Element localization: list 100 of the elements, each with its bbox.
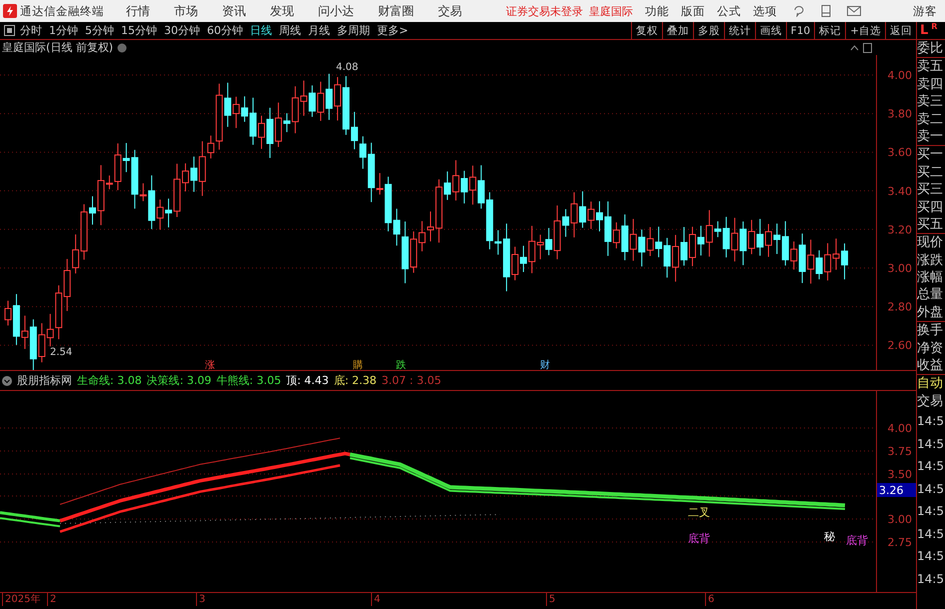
indicator-value: 底: 2.38: [334, 373, 377, 388]
indicator-axis-label: 4.00: [888, 422, 912, 435]
quote-label: 卖四: [917, 76, 944, 94]
trade-time: 14:5: [917, 548, 945, 566]
quote-label: 买五: [917, 216, 945, 234]
quote-label: 卖三: [917, 93, 944, 111]
trade-time: 14:5: [917, 503, 945, 520]
menu-item[interactable]: 市场: [174, 2, 198, 20]
app-name: 通达信金融终端: [20, 4, 104, 18]
side-switch[interactable]: L: [920, 22, 928, 39]
menu-item[interactable]: 选项: [753, 4, 777, 18]
trade-time: 14:5: [917, 480, 945, 498]
period-tab[interactable]: 周线: [279, 23, 301, 38]
date-axis-label: 3: [196, 593, 206, 606]
menu-item[interactable]: 功能: [645, 4, 669, 18]
phone-icon[interactable]: [821, 5, 831, 17]
quote-label: 换手: [917, 322, 944, 340]
menu-item[interactable]: 行情: [126, 2, 150, 20]
price-axis-label: 3.20: [888, 223, 912, 236]
indicator-value: 3.07 : 3.05: [382, 374, 442, 387]
event-marker[interactable]: 購: [353, 360, 363, 370]
trade-label[interactable]: 交易: [917, 392, 945, 410]
indicator-value: 决策线: 3.09: [146, 373, 212, 388]
period-tab[interactable]: 月线: [308, 23, 330, 38]
menu-item[interactable]: 发现: [270, 2, 294, 20]
signal-label: 秘: [824, 530, 835, 543]
quote-label: 收益: [917, 357, 944, 374]
trade-time: 14:5: [917, 526, 945, 543]
chat-bubble-icon[interactable]: [793, 5, 805, 17]
trade-time: 14:5: [917, 436, 945, 453]
menu-item[interactable]: 问小达: [318, 2, 354, 20]
quote-label: 买四: [917, 198, 944, 216]
chart-title: 皇庭国际(日线 前复权): [2, 40, 114, 55]
indicator-axis-label: 3.00: [888, 513, 912, 526]
mail-icon[interactable]: [847, 6, 861, 16]
quote-label: 涨幅: [917, 269, 944, 286]
period-tab[interactable]: 15分钟: [121, 23, 157, 38]
period-tab[interactable]: 多周期: [337, 23, 370, 38]
user-name[interactable]: 游客: [913, 4, 937, 18]
period-tab[interactable]: 更多>: [377, 23, 408, 38]
indicator-axis-label: 3.75: [888, 445, 912, 458]
period-tab[interactable]: 1分钟: [49, 23, 78, 38]
event-marker[interactable]: 涨: [205, 360, 215, 370]
window-icon[interactable]: [863, 42, 872, 52]
trade-time: 14:5: [917, 413, 945, 430]
event-marker[interactable]: 财: [540, 360, 550, 370]
menu-item[interactable]: 财富圈: [378, 2, 414, 20]
indicator-axis-label: 2.75: [888, 536, 912, 549]
dropdown-icon[interactable]: [2, 376, 12, 386]
period-tab[interactable]: 5分钟: [85, 23, 114, 38]
indicator-name: 股朋指标网: [17, 373, 72, 388]
quote-label: 涨跌: [917, 252, 944, 270]
price-axis-label: 2.60: [888, 339, 912, 352]
quote-label: 卖一: [917, 128, 945, 146]
signal-label: 二叉: [688, 506, 710, 519]
stock-link[interactable]: 皇庭国际: [589, 4, 633, 18]
current-value-tag: 3.26: [877, 483, 916, 497]
quote-label: 委比: [917, 40, 945, 58]
indicator-value: 生命线: 3.08: [77, 373, 142, 388]
auto-trade-label[interactable]: 自动: [917, 374, 945, 393]
menu-item[interactable]: 交易: [438, 2, 462, 20]
price-axis-label: 3.80: [888, 108, 912, 121]
date-axis-label: 2: [47, 593, 56, 606]
quote-label: 外盘: [917, 304, 945, 322]
indicator-value: 牛熊线: 3.05: [216, 373, 282, 388]
quote-label: 卖五: [917, 58, 944, 76]
price-axis-label: 3.00: [888, 262, 912, 275]
logo-icon: [3, 4, 17, 18]
low-price-label: 2.54: [50, 347, 72, 358]
panel-toggle-icon[interactable]: [4, 25, 15, 36]
signal-label: 底背: [846, 534, 868, 547]
period-tab[interactable]: 分时: [20, 23, 42, 38]
trade-time: 14:5: [917, 570, 945, 588]
trade-time: 14:5: [917, 458, 945, 476]
menu-item[interactable]: 资讯: [222, 2, 246, 20]
quote-label: 买三: [917, 181, 944, 199]
menu-item[interactable]: 版面: [681, 4, 705, 18]
quote-label: 买二: [917, 164, 944, 182]
date-axis-label: 5: [546, 593, 556, 606]
period-tab[interactable]: 30分钟: [164, 23, 200, 38]
quote-label: 总量: [917, 286, 944, 304]
indicator-value: 顶: 4.43: [286, 373, 329, 388]
period-tab[interactable]: 60分钟: [207, 23, 243, 38]
signal-label: 底背: [688, 532, 710, 545]
date-axis-label: 4: [371, 593, 380, 606]
indicator-axis-label: 3.50: [888, 468, 912, 481]
price-axis-label: 4.00: [888, 69, 912, 82]
side-switch[interactable]: R: [931, 22, 938, 32]
menu-item[interactable]: 公式: [717, 4, 741, 18]
quote-label: 净资: [917, 340, 944, 358]
event-marker[interactable]: 跌: [396, 360, 406, 370]
price-axis-label: 3.60: [888, 146, 912, 160]
date-axis-label: 2025年: [2, 593, 40, 606]
date-axis-label: 6: [705, 593, 714, 606]
caret-up-icon[interactable]: [850, 44, 859, 50]
quote-label: 卖二: [917, 110, 944, 128]
period-tab[interactable]: 日线: [250, 23, 272, 38]
price-axis-label: 2.80: [888, 300, 912, 314]
login-status: 证券交易未登录: [506, 4, 583, 18]
quote-label: 现价: [917, 234, 944, 252]
